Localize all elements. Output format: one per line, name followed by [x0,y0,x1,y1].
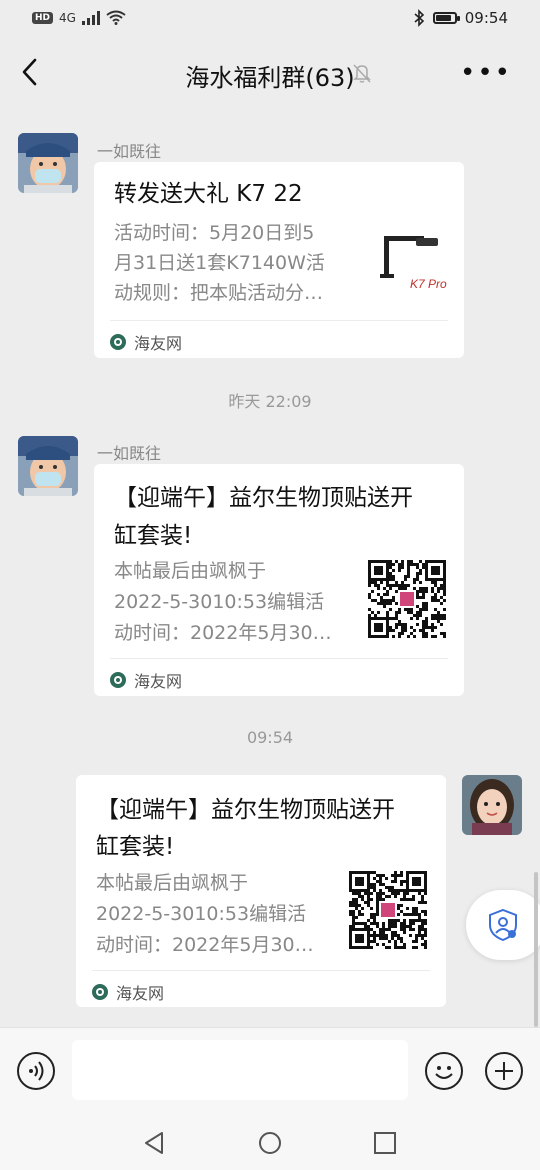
plus-icon [495,1062,513,1080]
my-avatar[interactable] [462,775,522,835]
card-desc-line: 动时间：2022年5月30… [114,622,332,644]
mute-bell-icon [353,64,371,83]
source-icon [110,672,126,688]
card-desc-line: 活动时间：5月20日到5 [114,222,315,244]
wifi-icon [106,10,126,25]
scrollbar[interactable] [534,872,538,1027]
battery-icon [432,12,460,24]
qr-code-icon [368,560,446,638]
timestamp: 昨天 22:09 [228,392,312,411]
nav-back-icon[interactable] [140,1128,170,1158]
source-name: 海友网 [134,334,183,353]
clock: 09:54 [464,9,508,27]
card-title-line: 缸套装! [96,834,175,860]
bluetooth-icon [414,9,424,27]
input-bar [0,1027,540,1114]
qr-code-icon [349,871,427,949]
network-label: 4G [59,10,76,25]
boy-avatar-icon [18,133,78,193]
sender-name: 一如既往 [97,444,162,463]
card-divider [92,970,430,971]
card-title: 转发送大礼 K7 22 [114,181,303,207]
status-bar: HD 4G 09:54 [0,0,540,38]
boy-avatar-icon [18,436,78,496]
source-icon [92,984,108,1000]
card-desc-line: 2022-5-3010:53编辑活 [114,591,325,613]
security-float-button[interactable] [466,890,540,960]
card-title-line: 缸套装! [114,523,193,549]
message-input[interactable] [72,1040,408,1100]
more-icon[interactable]: ••• [460,60,512,86]
status-right: 09:54 [413,9,508,27]
card-divider [110,320,448,321]
sender-name: 一如既往 [97,142,162,161]
source-icon [110,334,126,350]
card-desc-line: 2022-5-3010:53编辑活 [96,903,307,925]
emoji-button[interactable] [425,1052,463,1090]
card-divider [110,658,448,659]
link-card[interactable]: 转发送大礼 K7 22 活动时间：5月20日到5 月31日送1套K7140W活 … [94,162,464,358]
hd-icon: HD [32,11,54,24]
status-left: HD 4G [32,10,126,25]
card-source: 海友网 [110,330,182,354]
nav-recents-icon[interactable] [370,1128,400,1158]
aquarium-lamp-icon: K7 Pro [380,236,447,291]
voice-button[interactable] [17,1052,55,1090]
source-name: 海友网 [116,984,165,1003]
link-card[interactable]: 【迎端午】益尔生物顶贴送开 缸套装! 本帖最后由飒枫于 2022-5-3010:… [76,775,446,1007]
system-nav-bar [0,1113,540,1170]
link-card[interactable]: 【迎端午】益尔生物顶贴送开 缸套装! 本帖最后由飒枫于 2022-5-3010:… [94,464,464,696]
shield-user-icon [489,908,517,942]
nav-home-icon[interactable] [255,1128,285,1158]
card-desc-line: 本帖最后由飒枫于 [96,872,249,894]
avatar[interactable] [18,436,78,496]
signal-icon [81,10,100,25]
timestamp: 09:54 [246,728,294,747]
card-desc-line: 月31日送1套K7140W活 [114,252,325,274]
girl-avatar-icon [462,775,522,835]
card-source: 海友网 [110,668,182,692]
chat-header: 海水福利群(63) ••• [0,40,540,106]
thumb-logo: K7 Pro [410,277,447,291]
card-desc-line: 动时间：2022年5月30… [96,934,314,956]
avatar[interactable] [18,133,78,193]
voice-icon [29,1061,44,1081]
card-desc-line: 本帖最后由飒枫于 [114,560,267,582]
card-title-line: 【迎端午】益尔生物顶贴送开 [114,485,413,511]
plus-button[interactable] [485,1052,523,1090]
card-title-line: 【迎端午】益尔生物顶贴送开 [96,797,395,823]
card-desc-line: 动规则：把本贴活动分… [114,282,324,304]
emoji-icon [435,1066,453,1079]
battery-level [435,15,451,21]
source-name: 海友网 [134,672,183,691]
card-source: 海友网 [92,980,164,1004]
